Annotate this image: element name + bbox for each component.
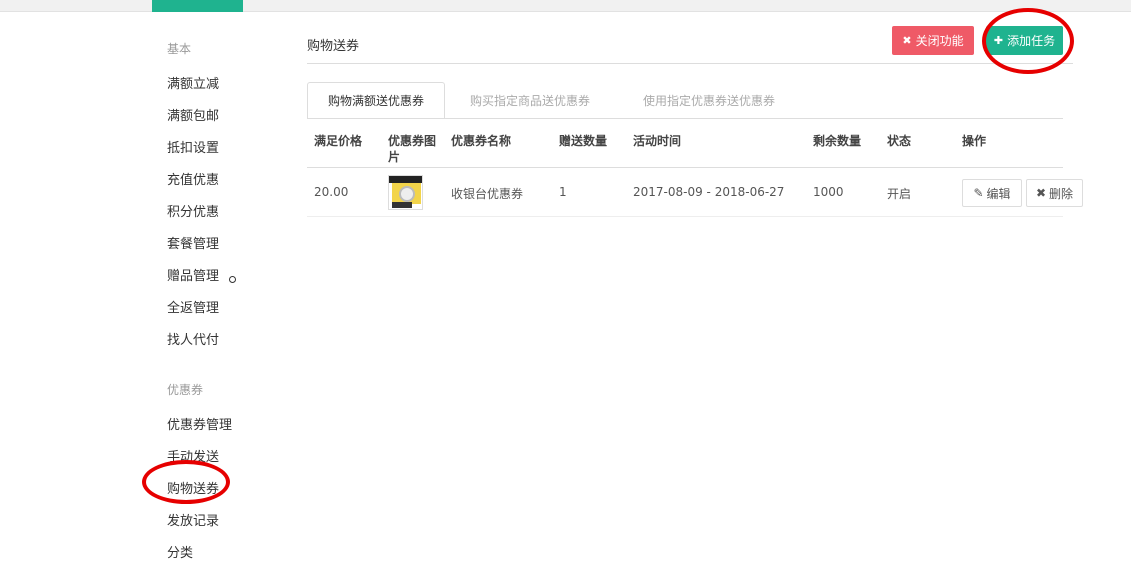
tab-full-amount-coupon[interactable]: 购物满额送优惠券 bbox=[307, 82, 445, 119]
column-header-name: 优惠券名称 bbox=[451, 134, 512, 148]
sidebar-item-shopping-coupon[interactable]: 购物送券 bbox=[167, 478, 219, 497]
close-feature-label: 关闭功能 bbox=[915, 34, 964, 48]
sidebar-item-recharge-discount[interactable]: 充值优惠 bbox=[167, 169, 219, 188]
cell-coupon-name: 收银台优惠券 bbox=[451, 187, 524, 201]
cell-status: 开启 bbox=[887, 187, 912, 201]
tab-bar: 购物满额送优惠券 购买指定商品送优惠券 使用指定优惠券送优惠券 bbox=[307, 82, 1063, 119]
sidebar-item-free-shipping[interactable]: 满额包邮 bbox=[167, 105, 219, 124]
title-divider bbox=[307, 63, 1073, 64]
top-nav-bar bbox=[0, 0, 1131, 12]
column-header-status: 状态 bbox=[887, 134, 912, 148]
column-header-time: 活动时间 bbox=[633, 134, 682, 148]
sidebar-item-full-return[interactable]: 全返管理 bbox=[167, 297, 219, 316]
column-header-quantity: 赠送数量 bbox=[559, 134, 608, 148]
column-header-price: 满足价格 bbox=[314, 134, 363, 148]
sidebar-item-full-reduce[interactable]: 满额立减 bbox=[167, 73, 219, 92]
add-task-button[interactable]: ✚ 添加任务 bbox=[986, 26, 1063, 55]
sidebar-item-category[interactable]: 分类 bbox=[167, 542, 193, 561]
sidebar-item-package-management[interactable]: 套餐管理 bbox=[167, 233, 219, 252]
sidebar-item-coupon-management[interactable]: 优惠券管理 bbox=[167, 414, 232, 433]
close-icon: ✖ bbox=[902, 34, 912, 47]
top-nav-active-tab[interactable] bbox=[152, 0, 243, 12]
sidebar-item-points-discount[interactable]: 积分优惠 bbox=[167, 201, 219, 220]
delete-label: 删除 bbox=[1049, 186, 1074, 201]
cell-activity-time: 2017-08-09 - 2018-06-27 bbox=[633, 185, 785, 199]
cell-price: 20.00 bbox=[314, 185, 349, 199]
sidebar-item-deduction-settings[interactable]: 抵扣设置 bbox=[167, 137, 219, 156]
coupon-image bbox=[388, 175, 423, 210]
sidebar-group-basic-title: 基本 bbox=[167, 42, 192, 56]
plus-icon: ✚ bbox=[993, 34, 1004, 47]
cell-remaining: 1000 bbox=[813, 185, 844, 199]
delete-button[interactable]: ✖ 删除 bbox=[1026, 179, 1083, 207]
cell-quantity: 1 bbox=[559, 185, 567, 199]
mouse-cursor-icon bbox=[229, 276, 236, 283]
tab-use-coupon-get-coupon[interactable]: 使用指定优惠券送优惠券 bbox=[619, 82, 799, 119]
column-header-image: 优惠券图片 bbox=[388, 134, 437, 164]
sidebar-item-issue-records[interactable]: 发放记录 bbox=[167, 510, 219, 529]
tab-specific-product-coupon[interactable]: 购买指定商品送优惠券 bbox=[453, 82, 607, 119]
edit-button[interactable]: ✎ 编辑 bbox=[962, 179, 1022, 207]
page-title: 购物送券 bbox=[307, 39, 360, 54]
close-feature-button[interactable]: ✖ 关闭功能 bbox=[892, 26, 974, 55]
table-row: 20.00 收银台优惠券 1 2017-08-09 - 2018-06-27 1… bbox=[307, 169, 1083, 217]
sidebar-group-coupon-title: 优惠券 bbox=[167, 383, 204, 397]
edit-icon: ✎ bbox=[973, 186, 984, 200]
delete-icon: ✖ bbox=[1035, 186, 1047, 200]
sidebar-item-manual-send[interactable]: 手动发送 bbox=[167, 446, 219, 465]
add-task-label: 添加任务 bbox=[1007, 34, 1056, 48]
edit-label: 编辑 bbox=[986, 186, 1011, 201]
column-header-remaining: 剩余数量 bbox=[813, 134, 862, 148]
column-header-actions: 操作 bbox=[962, 134, 987, 148]
table-header: 满足价格 优惠券图片 优惠券名称 赠送数量 活动时间 剩余数量 状态 操作 bbox=[307, 119, 1063, 168]
sidebar-item-gift-management[interactable]: 赠品管理 bbox=[167, 265, 219, 284]
sidebar-item-pay-for-me[interactable]: 找人代付 bbox=[167, 329, 219, 348]
